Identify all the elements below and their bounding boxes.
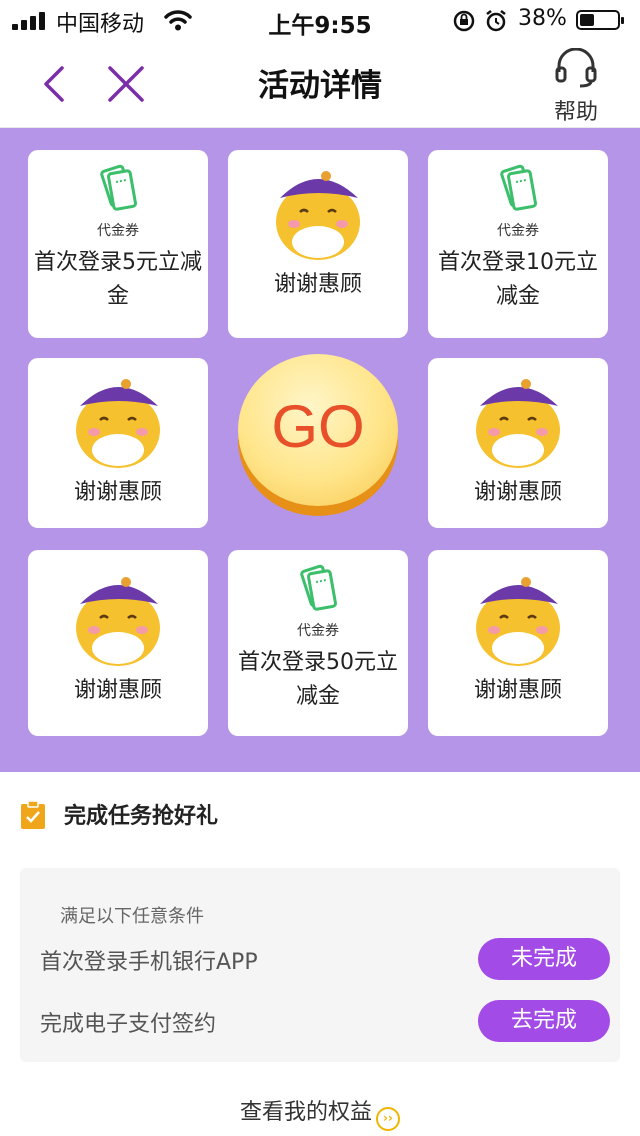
voucher-tag: 代金券 (497, 223, 539, 239)
close-icon[interactable] (104, 62, 148, 106)
condition-row: 完成电子支付签约 去完成 (40, 1000, 610, 1044)
prize-cell-voucher-10: 代金券 首次登录10元立减金 (428, 150, 608, 338)
go-label: GO (271, 393, 365, 460)
prize-label: 首次登录5元立减金 (34, 250, 202, 309)
battery-icon (576, 10, 624, 30)
incomplete-button[interactable]: 未完成 (478, 938, 610, 980)
nav-bar: 活动详情 帮助 (0, 40, 640, 128)
voucher-icon (300, 564, 337, 611)
prize-label: 谢谢惠顾 (473, 480, 562, 505)
double-chevron-right-icon: ›› (376, 1107, 400, 1131)
help-button[interactable]: 帮助 (546, 47, 606, 126)
help-label: 帮助 (553, 100, 598, 125)
voucher-tag: 代金券 (97, 223, 139, 239)
alarm-icon (486, 10, 506, 32)
prize-label: 谢谢惠顾 (73, 678, 162, 703)
prize-label: 谢谢惠顾 (73, 480, 162, 505)
conditions-panel: 满足以下任意条件 首次登录手机银行APP 未完成 完成电子支付签约 去完成 (20, 868, 620, 1062)
headset-icon (555, 47, 597, 88)
prize-cell-voucher-5: 代金券 首次登录5元立减金 (28, 150, 208, 338)
prize-label: 谢谢惠顾 (473, 678, 562, 703)
mascot-icon (476, 577, 560, 666)
voucher-tag: 代金券 (297, 623, 339, 639)
go-complete-button[interactable]: 去完成 (478, 1000, 610, 1042)
prize-cell-thanks: 谢谢惠顾 (428, 358, 608, 528)
mascot-icon (476, 379, 560, 468)
prize-cell-thanks: 谢谢惠顾 (428, 550, 608, 736)
voucher-icon (500, 164, 537, 211)
view-rights-link[interactable]: 查看我的权益 ›› (0, 1094, 640, 1131)
prize-label: 首次登录10元立减金 (438, 250, 598, 309)
task-section-title: 完成任务抢好礼 (64, 804, 219, 829)
clipboard-check-icon (21, 800, 45, 829)
condition-label: 完成电子支付签约 (40, 1012, 217, 1037)
prize-cell-thanks: 谢谢惠顾 (28, 550, 208, 736)
conditions-hint: 满足以下任意条件 (60, 906, 204, 927)
condition-row: 首次登录手机银行APP 未完成 (40, 938, 610, 982)
mascot-icon (76, 577, 160, 666)
prize-cell-thanks: 谢谢惠顾 (28, 358, 208, 528)
voucher-icon (100, 164, 137, 211)
go-button[interactable]: GO (238, 354, 398, 516)
condition-label: 首次登录手机银行APP (40, 950, 258, 975)
prize-cell-voucher-50: 代金券 首次登录50元立减金 (228, 550, 408, 736)
lottery-board: 代金券 首次登录5元立减金 谢谢惠顾 代金券 首次登录10元立减金 谢谢惠顾 G… (0, 128, 640, 772)
battery-percent: 38% (518, 6, 567, 31)
view-rights-label: 查看我的权益 (239, 1100, 372, 1125)
prize-cell-thanks: 谢谢惠顾 (228, 150, 408, 338)
prize-label: 谢谢惠顾 (273, 272, 362, 297)
mascot-icon (276, 171, 360, 260)
rotation-lock-icon (453, 10, 475, 32)
status-bar: 中国移动 上午9:55 38% (0, 0, 640, 40)
page-title: 活动详情 (258, 68, 382, 104)
mascot-icon (76, 379, 160, 468)
chevron-left-icon[interactable] (36, 62, 76, 106)
battery-fill (580, 14, 594, 26)
prize-label: 首次登录50元立减金 (238, 650, 398, 709)
